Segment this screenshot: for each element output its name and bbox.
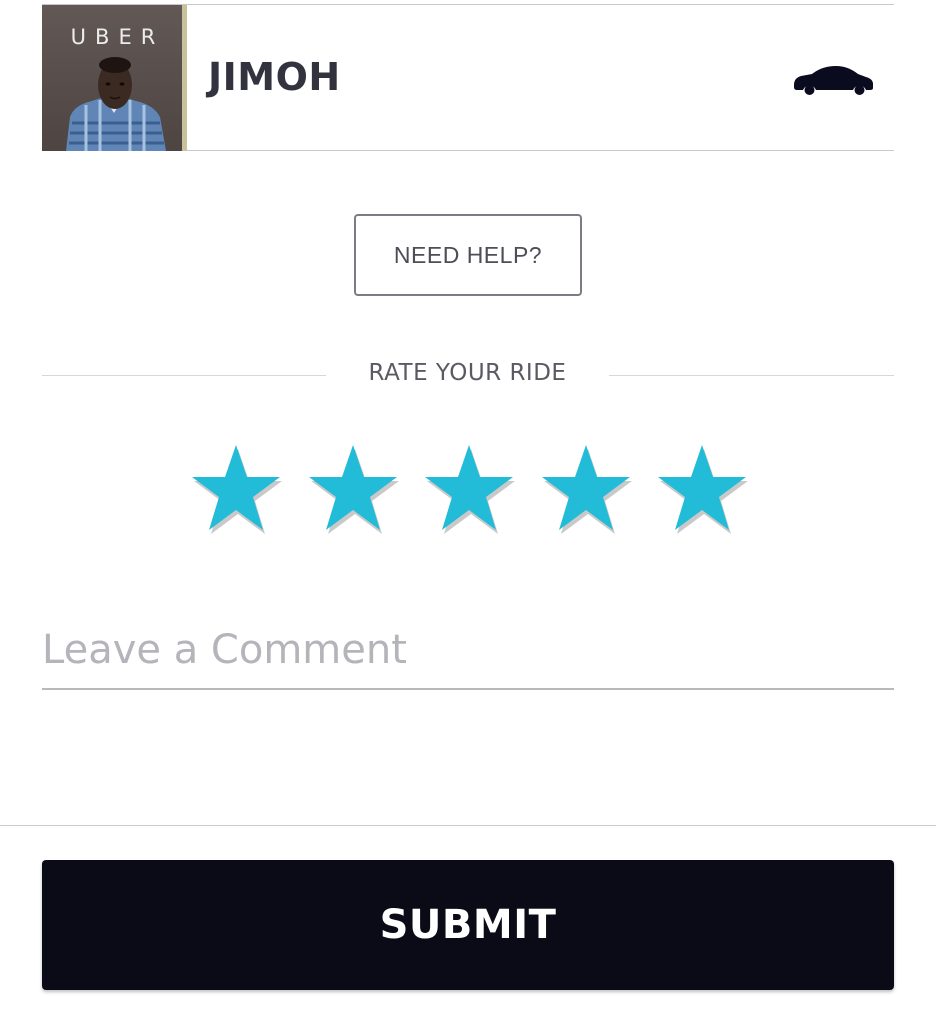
driver-photo: UBER xyxy=(42,5,187,151)
star-rating xyxy=(190,442,750,538)
rate-divider-left xyxy=(42,375,326,376)
star-icon[interactable] xyxy=(540,442,632,536)
rate-divider-right xyxy=(609,375,894,376)
rate-trip-screen: UBER JIMOH NEED HELP? RATE YOUR RIDE Lea… xyxy=(0,0,936,1024)
star-icon[interactable] xyxy=(190,442,282,536)
star-icon[interactable] xyxy=(307,442,399,536)
driver-portrait xyxy=(66,57,166,151)
driver-card: UBER JIMOH xyxy=(42,4,894,151)
rate-your-ride-heading: RATE YOUR RIDE xyxy=(368,360,567,386)
star-icon[interactable] xyxy=(656,442,748,536)
car-icon xyxy=(794,66,873,95)
submit-button[interactable]: SUBMIT xyxy=(42,860,894,990)
comment-input[interactable] xyxy=(42,612,894,690)
bottom-divider xyxy=(0,825,936,826)
star-icon[interactable] xyxy=(423,442,515,536)
need-help-button[interactable]: NEED HELP? xyxy=(354,214,582,296)
driver-name: JIMOH xyxy=(208,55,341,99)
